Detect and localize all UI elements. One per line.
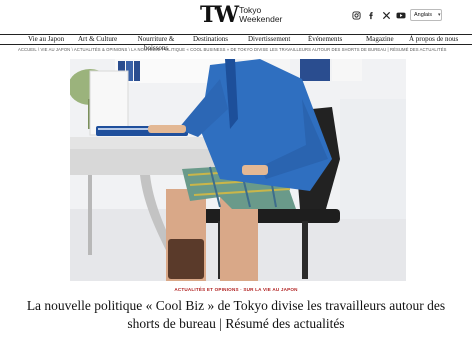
youtube-icon[interactable]	[396, 10, 406, 20]
breadcrumb[interactable]: ACCUEIL \ VIE AU JAPON \ ACTUALITÉS & OP…	[18, 47, 447, 52]
chevron-down-icon: ▾	[438, 12, 441, 18]
site-header: TW Tokyo Weekender Anglais ▾	[0, 0, 472, 34]
article-category[interactable]: ACTUALITÉS ET OPINIONS · SUR LA VIE AU J…	[0, 287, 472, 292]
hero-image	[70, 59, 406, 281]
nav-item-vie-au-japon[interactable]: Vie au Japon	[28, 35, 64, 44]
nav-item-destinations[interactable]: Destinations	[193, 35, 228, 44]
language-select[interactable]: Anglais ▾	[410, 9, 442, 21]
nav-item-evenements[interactable]: Événements	[308, 35, 342, 44]
site-logo[interactable]: TW Tokyo Weekender	[200, 4, 282, 26]
logo-line-2: Weekender	[239, 14, 283, 24]
x-icon[interactable]	[381, 10, 391, 20]
nav-item-a-propos[interactable]: À propos de nous	[409, 35, 458, 44]
logo-wordmark: Tokyo Weekender	[239, 6, 282, 24]
instagram-icon[interactable]	[351, 10, 361, 20]
nav-item-magazine[interactable]: Magazine	[366, 35, 394, 44]
facebook-icon[interactable]	[366, 10, 376, 20]
social-links	[351, 10, 406, 20]
logo-mark: TW	[200, 2, 239, 28]
main-nav: Vie au Japon Art & Culture Nourriture & …	[0, 34, 472, 52]
article-title: La nouvelle politique « Cool Biz » de To…	[26, 298, 446, 331]
nav-item-art-culture[interactable]: Art & Culture	[78, 35, 117, 44]
language-value: Anglais	[414, 12, 433, 18]
nav-item-divertissement[interactable]: Divertissement	[248, 35, 290, 44]
